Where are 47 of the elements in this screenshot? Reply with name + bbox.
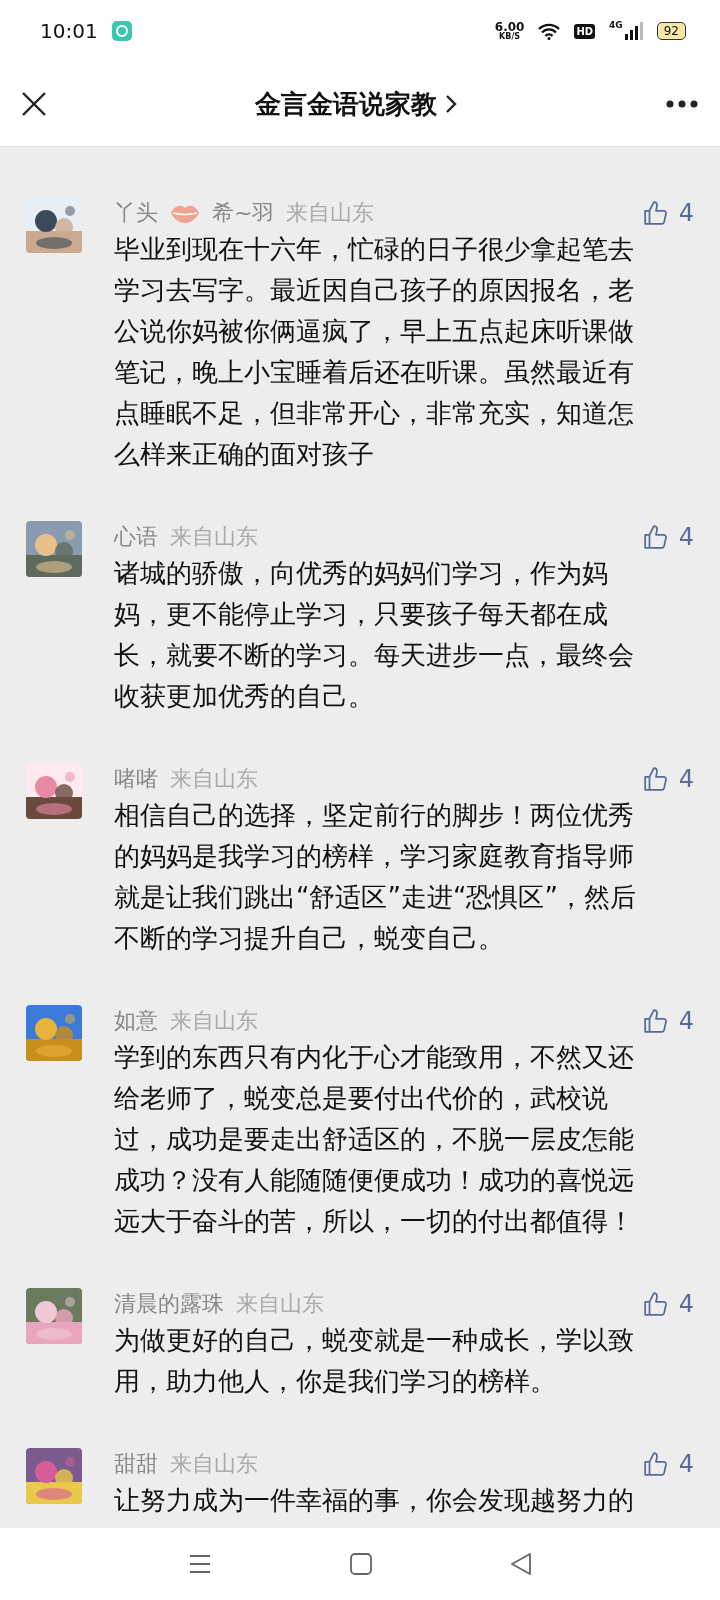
comment-location: 来自山东: [170, 1450, 258, 1478]
thumbs-up-icon[interactable]: [642, 1008, 669, 1034]
signal-icon: [624, 22, 643, 40]
comment-text: 毕业到现在十六年，忙碌的日子很少拿起笔去学习去写字。最近因自己孩子的原因报名，老公说你妈被你俩逼疯了，早上五点起床听课做笔记，晚上小宝睡着后还在听课。虽然最近有点睡眠不足，但非常开心，非常充实，知道怎么样来正确的面对孩子: [114, 233, 635, 471]
like-count: 4: [678, 1290, 694, 1318]
like-count: 4: [678, 199, 694, 227]
commenter-name[interactable]: 啫啫: [114, 764, 158, 794]
thumbs-up-icon[interactable]: [642, 200, 669, 226]
comment-location: 来自山东: [286, 199, 375, 227]
chevron-right-icon[interactable]: [445, 94, 457, 114]
speed-unit: KB/S: [499, 33, 521, 41]
like-count: 4: [678, 1450, 694, 1478]
comment-text: 为做更好的自己，蜕变就是一种成长，学以致用，助力他人，你是我们学习的榜样。: [114, 1324, 635, 1398]
comment-text: 学到的东西只有内化于心才能致用，不然又还给老师了，蜕变总是要付出代价的，武校说过，成功是要走出舒适区的，不脱一层皮怎能成功？没有人能随随便便成功！成功的喜悦远远大于奋斗的苦，所以，一切的付出都值得！: [114, 1041, 635, 1238]
commenter-name[interactable]: 心语: [114, 522, 158, 552]
like-count: 4: [678, 1007, 694, 1035]
comment-location: 来自山东: [170, 523, 258, 551]
commenter-name[interactable]: 甜甜: [114, 1449, 158, 1479]
comment-text: 相信自己的选择，坚定前行的脚步！两位优秀的妈妈是我学习的榜样，学习家庭教育指导师就是让我们跳出“舒适区”走进“恐惧区”，然后不断的学习提升自己，蜕变自己。: [114, 799, 637, 955]
comment-location: 来自山东: [170, 1007, 258, 1035]
menu-icon[interactable]: [189, 1554, 212, 1574]
thumbs-up-icon[interactable]: [642, 766, 669, 792]
like-count: 4: [678, 523, 694, 551]
page-title[interactable]: 金言金语说家教: [255, 86, 437, 122]
like-count: 4: [678, 765, 694, 793]
battery-level: 92: [656, 22, 686, 40]
status-time: 10:01: [40, 19, 98, 43]
comment-location: 来自山东: [170, 765, 258, 793]
comment-location: 来自山东: [236, 1290, 324, 1318]
comment-text: 让努力成为一件幸福的事，你会发现越努力的: [114, 1484, 635, 1517]
comment-text: 诸城的骄傲，向优秀的妈妈们学习，作为妈妈，更不能停止学习，只要孩子每天都在成长，就要不断的学习。每天进步一点，最终会收获更加优秀的自己。: [114, 557, 635, 713]
back-icon[interactable]: [510, 1553, 531, 1575]
thumbs-up-icon[interactable]: [642, 1451, 669, 1477]
commenter-name[interactable]: 丫头: [114, 198, 158, 228]
commenter-name[interactable]: 清晨的露珠: [114, 1289, 224, 1319]
app-notification-icon: [111, 21, 132, 41]
wifi-icon: [538, 22, 561, 40]
commenter-name[interactable]: 希~羽: [212, 198, 275, 228]
thumbs-up-icon[interactable]: [642, 524, 669, 550]
network-speed: 6.00: [494, 21, 525, 33]
hd-badge: HD: [574, 23, 596, 39]
thumbs-up-icon[interactable]: [642, 1291, 669, 1317]
close-icon[interactable]: [22, 92, 46, 116]
network-type: 4G: [609, 20, 623, 30]
more-icon[interactable]: [666, 100, 698, 108]
home-icon[interactable]: [350, 1553, 372, 1575]
commenter-name[interactable]: 如意: [114, 1006, 158, 1036]
